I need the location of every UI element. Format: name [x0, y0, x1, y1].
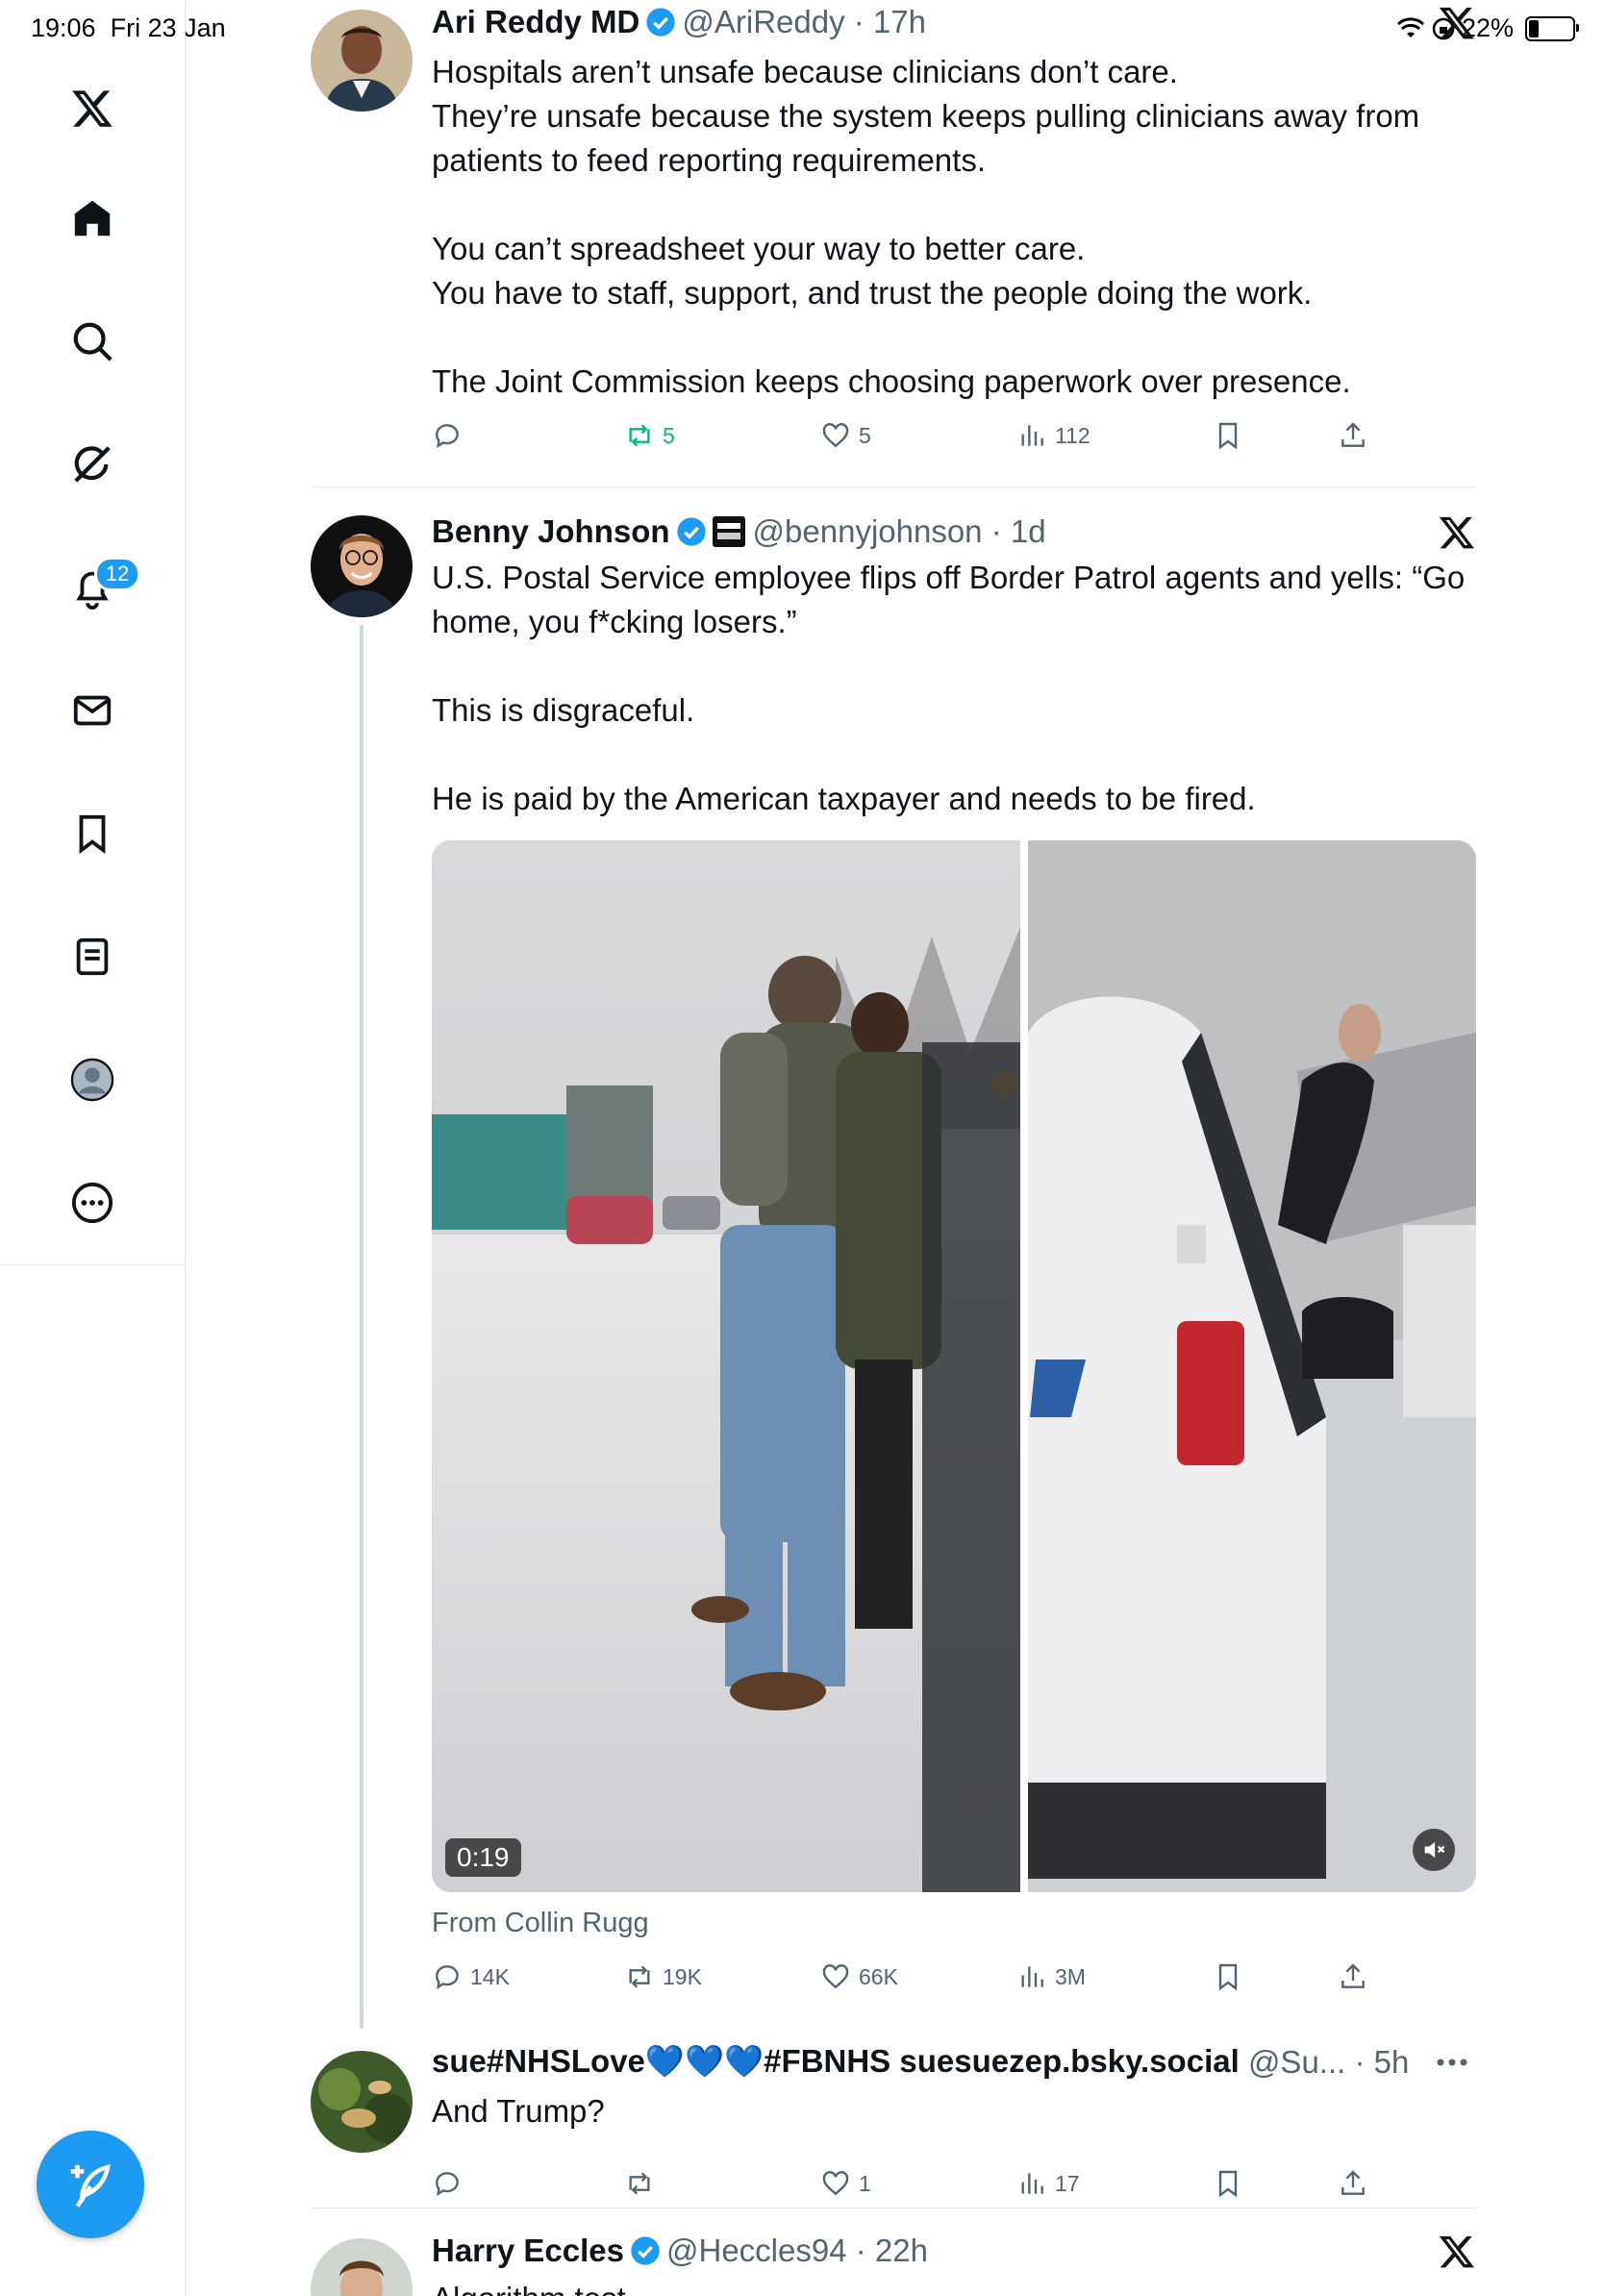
- views-button[interactable]: 3M: [1016, 1961, 1086, 1992]
- views-icon: [1021, 1966, 1043, 1987]
- like-button[interactable]: 5: [820, 420, 871, 451]
- repost-icon: [629, 424, 650, 447]
- repost-icon: [629, 1965, 650, 1988]
- avatar[interactable]: [311, 515, 413, 617]
- bookmark-button[interactable]: [1213, 1961, 1243, 1992]
- x-logo-icon: [1439, 516, 1474, 549]
- verified-badge-icon: [676, 517, 706, 546]
- video-player[interactable]: 0:19: [432, 840, 1476, 1892]
- profile-icon[interactable]: [54, 1041, 131, 1118]
- reply-button[interactable]: [432, 420, 470, 451]
- bookmark-icon: [1218, 1963, 1238, 1991]
- lists-icon[interactable]: [54, 918, 131, 995]
- repost-icon: [629, 2172, 650, 2195]
- tweet-time[interactable]: 5h: [1374, 2044, 1410, 2081]
- reply-icon: [436, 424, 459, 449]
- tweet-harry-eccles[interactable]: Harry Eccles @Heccles94 · 22h Algorithm …: [311, 2229, 1476, 2296]
- tweet-header: Benny Johnson @bennyjohnson · 1d: [432, 513, 1046, 550]
- compose-icon: [70, 2163, 111, 2208]
- grok-icon[interactable]: [54, 426, 131, 503]
- messages-icon[interactable]: [54, 672, 131, 749]
- repost-button[interactable]: [624, 2168, 655, 2199]
- x-logo-icon: [1439, 2235, 1474, 2268]
- verified-badge-icon: [646, 8, 676, 37]
- tweet-header: sue#NHSLove💙💙💙#FBNHS suesuezep.bsky.soci…: [432, 2043, 1410, 2081]
- views-button[interactable]: 112: [1016, 420, 1090, 451]
- bookmark-button[interactable]: [1213, 2168, 1243, 2199]
- tweet-time[interactable]: 17h: [873, 4, 926, 40]
- x-logo-icon: [1439, 7, 1474, 39]
- tweet-time[interactable]: 22h: [875, 2233, 928, 2269]
- bookmark-icon: [1218, 422, 1238, 450]
- reply-button[interactable]: [432, 2168, 463, 2199]
- bookmarks-icon[interactable]: [54, 795, 131, 872]
- avatar[interactable]: [311, 10, 413, 112]
- avatar[interactable]: [311, 2238, 413, 2296]
- views-button[interactable]: 17: [1016, 2168, 1080, 2199]
- like-button[interactable]: 1: [820, 2168, 871, 2199]
- author-handle[interactable]: @Su...: [1248, 2044, 1345, 2081]
- share-icon: [1341, 1963, 1365, 1988]
- divider: [311, 2208, 1476, 2209]
- views-icon: [1021, 2173, 1043, 2194]
- reply-button[interactable]: 14K: [432, 1961, 510, 1992]
- affiliate-badge-icon: [712, 516, 745, 547]
- heart-icon: [822, 2171, 849, 2196]
- avatar[interactable]: [311, 2051, 413, 2153]
- tweet-actions: 14K 19K 66K 3M: [432, 1961, 1384, 2000]
- notifications-badge: 12: [94, 557, 140, 591]
- author-name[interactable]: Benny Johnson: [432, 513, 670, 550]
- tweet-actions: 5 5 112: [432, 420, 1384, 459]
- mute-button[interactable]: [1413, 1829, 1455, 1871]
- home-icon[interactable]: [54, 180, 131, 257]
- tweet-text: Algorithm test: [432, 2277, 626, 2296]
- video-thumbnail: [432, 840, 1476, 1892]
- video-duration: 0:19: [445, 1838, 521, 1877]
- author-handle[interactable]: @AriReddy: [682, 4, 844, 40]
- author-name[interactable]: Harry Eccles: [432, 2233, 624, 2269]
- bookmark-icon: [1218, 2170, 1238, 2198]
- more-icon[interactable]: [54, 1164, 131, 1241]
- author-name[interactable]: Ari Reddy MD: [432, 4, 639, 40]
- heart-icon: [822, 1964, 849, 1989]
- battery-icon: [1525, 15, 1579, 41]
- tweet-sue-reply[interactable]: sue#NHSLove💙💙💙#FBNHS suesuezep.bsky.soci…: [311, 2034, 1476, 2207]
- tweet-time[interactable]: 1d: [1011, 513, 1046, 550]
- share-button[interactable]: [1338, 2168, 1368, 2199]
- x-logo-icon[interactable]: [54, 70, 131, 147]
- reply-icon: [436, 1965, 459, 1990]
- share-icon: [1341, 2170, 1365, 2195]
- notifications-icon[interactable]: 12: [54, 549, 140, 626]
- author-name[interactable]: sue#NHSLove💙💙💙#FBNHS suesuezep.bsky.soci…: [432, 2043, 1240, 2081]
- author-handle[interactable]: @bennyjohnson: [753, 513, 983, 550]
- search-icon[interactable]: [54, 303, 131, 380]
- tweet-ari-reddy[interactable]: Ari Reddy MD @AriReddy · 17h Hospitals a…: [311, 0, 1476, 486]
- repost-button[interactable]: 19K: [624, 1961, 702, 1992]
- tweet-text: And Trump?: [432, 2093, 605, 2129]
- video-attribution[interactable]: From Collin Rugg: [432, 1908, 649, 1939]
- compose-button[interactable]: [37, 2131, 144, 2238]
- tweet-header: Ari Reddy MD @AriReddy · 17h: [432, 4, 926, 40]
- tweet-text: U.S. Postal Service employee flips off B…: [432, 560, 1466, 816]
- tweet-text: Hospitals aren’t unsafe because clinicia…: [432, 54, 1420, 399]
- verified-badge-icon: [631, 2236, 660, 2265]
- author-handle[interactable]: @Heccles94: [666, 2233, 847, 2269]
- muted-speaker-icon: [1424, 1841, 1445, 1859]
- tweet-header: Harry Eccles @Heccles94 · 22h: [432, 2233, 928, 2269]
- tweet-actions: 1 17: [432, 2168, 1384, 2207]
- heart-icon: [822, 423, 849, 448]
- reply-icon: [436, 2172, 459, 2197]
- like-button[interactable]: 66K: [820, 1961, 898, 1992]
- share-button[interactable]: [1338, 1961, 1368, 1992]
- bookmark-button[interactable]: [1213, 420, 1243, 451]
- views-icon: [1021, 425, 1043, 446]
- repost-button[interactable]: 5: [624, 420, 675, 451]
- share-icon: [1341, 422, 1365, 447]
- share-button[interactable]: [1338, 420, 1368, 451]
- more-options-icon[interactable]: [1436, 2057, 1468, 2068]
